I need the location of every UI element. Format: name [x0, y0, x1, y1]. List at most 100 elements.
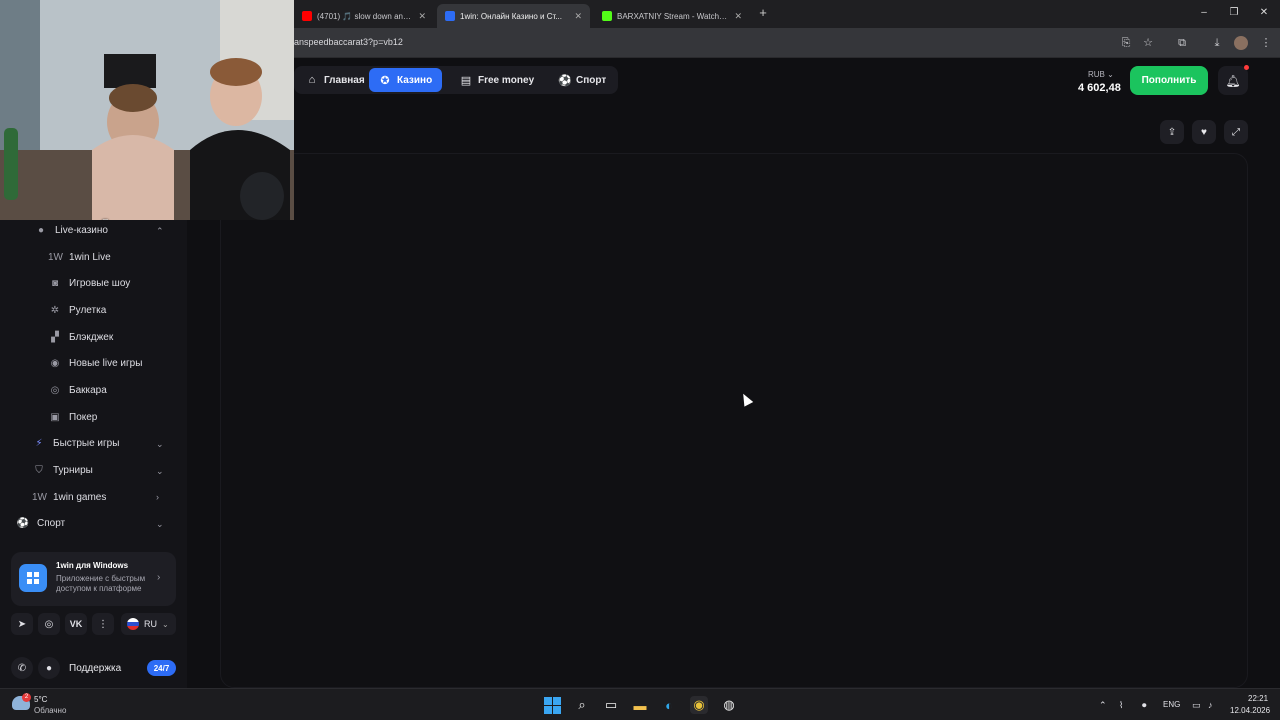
sidebar-item-new-live[interactable]: ◉ Новые live игры [48, 358, 143, 369]
sidebar-item-label: Покер [69, 412, 98, 423]
instagram-button[interactable]: ◎ [38, 613, 60, 635]
chevron-right-icon[interactable]: › [156, 492, 159, 502]
nav-casino[interactable]: ✪ Казино [369, 68, 443, 92]
heart-icon: ♥ [1201, 126, 1207, 138]
new-tab-button[interactable]: + [756, 6, 770, 20]
chevron-right-icon: › [157, 572, 161, 583]
sidebar-section-live-casino[interactable]: ● Live-казино [34, 225, 108, 236]
nav-free-money[interactable]: ▤ Free money [450, 68, 544, 92]
sidebar-group-fast-games[interactable]: ⚡︎ Быстрые игры [32, 438, 119, 449]
language-selector[interactable]: RU ⌄ [121, 613, 176, 635]
nav-label: Спорт [576, 74, 607, 86]
close-tab-icon[interactable]: ✕ [734, 11, 742, 22]
1w-games-icon: 1W [32, 492, 47, 503]
clock-date[interactable]: 12.04.2026 [1230, 706, 1270, 715]
vk-button[interactable]: VK [65, 613, 87, 635]
close-tab-icon[interactable]: ✕ [574, 11, 582, 22]
nav-sport[interactable]: ⚽ Спорт [548, 68, 616, 92]
main-nav: ⌂ Главная ✪ Казино ▤ Free money ⚽ Спорт [294, 66, 618, 94]
input-language[interactable]: ENG [1163, 700, 1180, 709]
bookmark-star-icon[interactable]: ☆ [1141, 36, 1155, 50]
display-icon[interactable]: ▭ [1192, 700, 1201, 711]
sidebar-item-1win-live[interactable]: 1W 1win Live [48, 252, 111, 263]
youtube-favicon-icon [302, 11, 312, 21]
deposit-button[interactable]: Пополнить [1130, 66, 1208, 95]
webcam-image [0, 0, 294, 220]
sidebar-group-tournaments[interactable]: ⛉ Турниры [32, 465, 93, 476]
nav-label: Free money [478, 74, 535, 86]
edge-browser-icon[interactable]: ◐ [660, 696, 678, 714]
support-row[interactable]: ✆ ● Поддержка 24/7 [11, 657, 176, 679]
browser-tab-kick[interactable]: BARXATNIY Stream - Watch Liv... ✕ [594, 4, 750, 28]
sidebar-group-1win-games[interactable]: 1W 1win games [32, 492, 106, 503]
balance-value: 4 602,48 [1078, 82, 1121, 94]
share-button[interactable]: ⇪ [1160, 120, 1184, 144]
chevron-up-icon[interactable]: ⌃ [156, 226, 164, 237]
network-icon[interactable]: ⌇ [1119, 700, 1123, 711]
poker-icon: ▣ [50, 412, 60, 423]
extensions-icon[interactable]: ⧉ [1175, 36, 1189, 50]
support-hours-badge: 24/7 [147, 660, 176, 676]
chevron-down-icon[interactable]: ⌄ [156, 466, 164, 477]
money-icon: ▤ [460, 74, 472, 87]
chrome-browser-icon[interactable]: ◉ [690, 696, 708, 714]
sidebar-item-blackjack[interactable]: ▞ Блэкджек [48, 332, 113, 343]
downloads-icon[interactable]: ⤓ [1210, 36, 1224, 50]
sidebar-section-label: Live-казино [55, 225, 108, 236]
ball-icon: ⚽ [558, 74, 572, 87]
tray-overflow-icon[interactable]: ⌃ [1099, 700, 1107, 711]
sidebar-group-label: Турниры [53, 465, 93, 476]
profile-avatar[interactable] [1234, 36, 1248, 50]
windows-logo-icon [19, 564, 47, 592]
sidebar-item-poker[interactable]: ▣ Покер [48, 412, 97, 423]
phone-icon[interactable]: ✆ [11, 657, 33, 679]
file-explorer-icon[interactable]: ▬ [631, 696, 649, 714]
sidebar-group-label: Быстрые игры [53, 438, 120, 449]
fullscreen-button[interactable]: ⤢ [1224, 120, 1248, 144]
chevron-down-icon: ⌄ [162, 619, 169, 629]
telegram-button[interactable]: ➤ [11, 613, 33, 635]
sidebar-item-game-shows[interactable]: ◙ Игровые шоу [48, 278, 130, 289]
restore-button[interactable]: ❐ [1226, 7, 1242, 18]
kick-favicon-icon [602, 11, 612, 21]
currency-selector[interactable]: RUB ⌄ [1088, 70, 1114, 79]
clock-time[interactable]: 22:21 [1248, 694, 1268, 703]
sidebar-item-roulette[interactable]: ✲ Рулетка [48, 305, 106, 316]
search-icon[interactable]: ⌕ [573, 696, 591, 714]
russia-flag-icon [127, 618, 139, 630]
more-icon: ⋮ [98, 618, 108, 630]
menu-kebab-icon[interactable]: ⋮ [1259, 36, 1273, 50]
notifications-button[interactable]: 🔔︎ [1218, 66, 1248, 95]
task-view-icon[interactable]: ▭ [602, 696, 620, 714]
chevron-down-icon[interactable]: ⌄ [156, 439, 164, 450]
chevron-down-icon[interactable]: ⌄ [156, 519, 164, 530]
sidebar-item-sport[interactable]: ⚽ Спорт [16, 518, 65, 529]
chat-icon[interactable]: ● [38, 657, 60, 679]
volume-icon[interactable]: ♪ [1208, 700, 1213, 710]
shield-icon: ⛉ [35, 465, 43, 476]
windows-start-icon [543, 696, 561, 714]
close-tab-icon[interactable]: ✕ [418, 11, 426, 22]
minimize-button[interactable]: – [1196, 7, 1212, 18]
microphone-icon[interactable]: ⏺ [1142, 700, 1147, 711]
close-window-button[interactable]: ✕ [1256, 7, 1272, 18]
install-app-icon[interactable]: ⎘ [1119, 36, 1133, 50]
obs-studio-icon[interactable]: ◍ [720, 696, 738, 714]
cards-icon: ▞ [51, 332, 59, 343]
new-live-icon: ◉ [50, 358, 60, 369]
game-frame[interactable] [220, 153, 1248, 688]
support-label: Поддержка [69, 663, 122, 674]
sidebar-item-baccarat[interactable]: ◎ Баккара [48, 385, 107, 396]
windows-app-promo[interactable]: 1win для Windows Приложение с быстрым до… [11, 552, 176, 606]
expand-icon: ⤢ [1232, 126, 1240, 138]
favorite-button[interactable]: ♥ [1192, 120, 1216, 144]
start-button[interactable] [543, 696, 561, 714]
more-socials-button[interactable]: ⋮ [92, 613, 114, 635]
promo-title: 1win для Windows [56, 561, 129, 570]
url-field[interactable]: anspeedbaccarat3?p=vb12 [294, 37, 403, 47]
browser-tab-youtube[interactable]: (4701) 🎵 slow down and simp... ✕ [294, 4, 434, 28]
nav-home[interactable]: ⌂ Главная [296, 68, 375, 92]
tab-title: (4701) 🎵 slow down and simp... [317, 11, 412, 21]
browser-tab-1win[interactable]: 1win: Онлайн Казино и Ст... ✕ [437, 4, 590, 28]
roulette-icon: ✲ [50, 305, 60, 316]
